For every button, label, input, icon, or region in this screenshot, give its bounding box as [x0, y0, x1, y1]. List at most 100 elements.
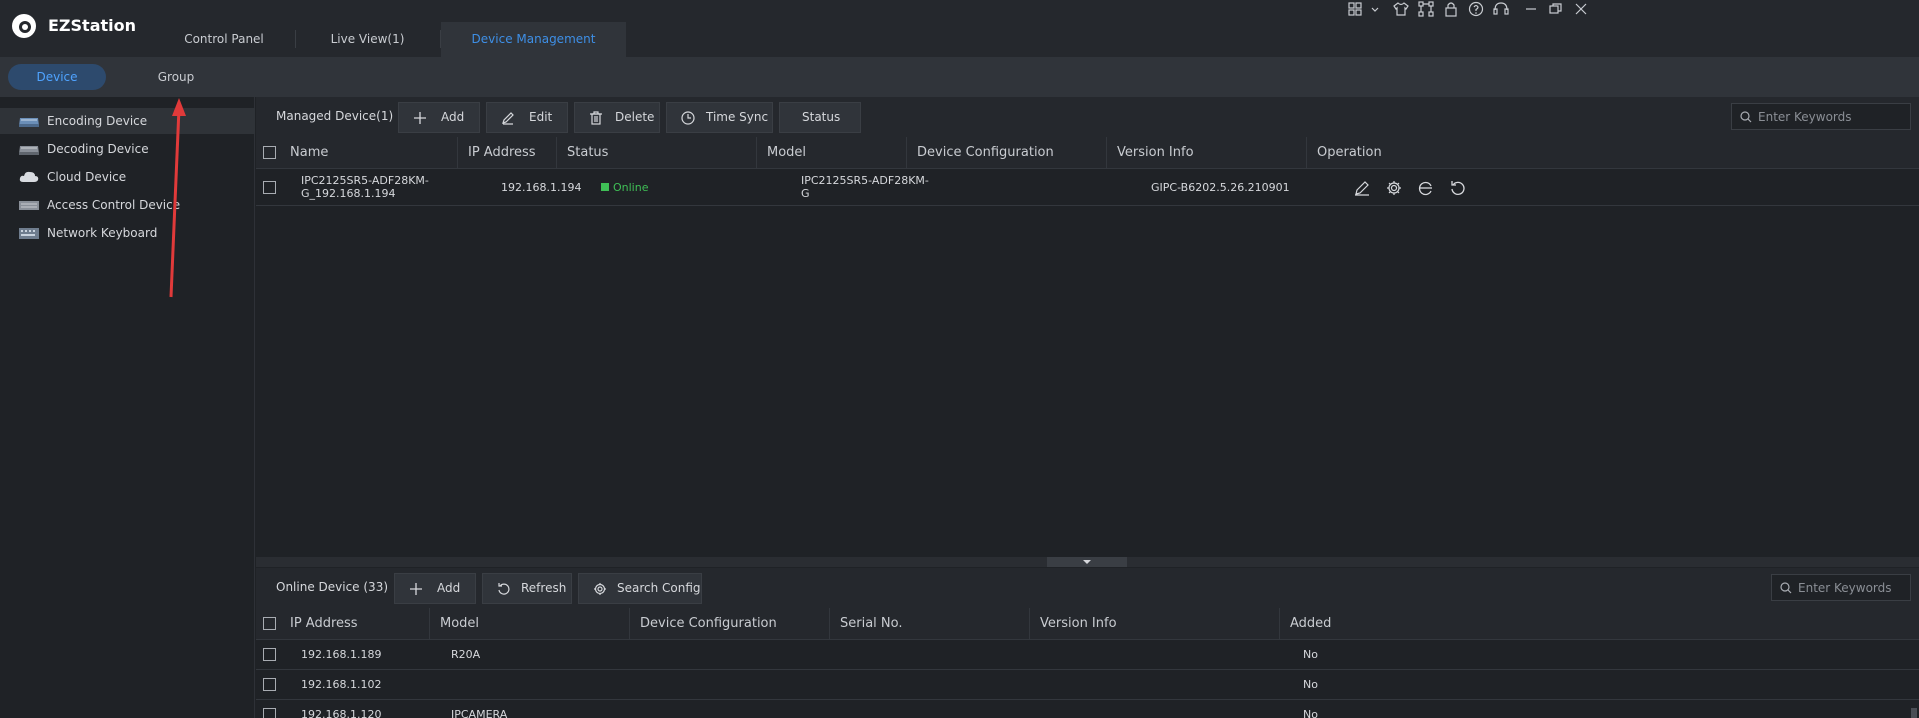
device-type-sidebar: Encoding Device Decoding Device Cloud De…	[0, 97, 255, 718]
device-management-panel: Managed Device(1) Add Edit Delete Time S…	[256, 97, 1919, 718]
online-device-ip: 192.168.1.189	[301, 648, 382, 661]
sub-tab-bar: Device Group	[0, 57, 1919, 97]
delete-device-button[interactable]: Delete	[574, 102, 660, 133]
row-checkbox[interactable]	[263, 648, 276, 661]
select-all-checkbox[interactable]	[263, 617, 276, 630]
table-row[interactable]: 192.168.1.102 No	[256, 670, 1919, 700]
online-search-box[interactable]	[1771, 574, 1911, 601]
column-header[interactable]: Version Info	[1030, 608, 1280, 640]
edit-device-button[interactable]: Edit	[486, 102, 568, 133]
ezstation-logo-icon	[12, 14, 36, 38]
minimize-icon[interactable]	[1523, 1, 1539, 17]
network-topology-icon[interactable]	[1418, 1, 1434, 17]
sidebar-item-label: Cloud Device	[47, 170, 127, 184]
restore-icon[interactable]	[1548, 1, 1564, 17]
help-icon[interactable]	[1468, 1, 1484, 17]
column-header[interactable]: Added	[1280, 608, 1919, 640]
device-name: IPC2125SR5-ADF28KM- G_192.168.1.194	[301, 174, 429, 200]
close-icon[interactable]	[1573, 1, 1589, 17]
search-config-button[interactable]: Search Config	[578, 573, 702, 604]
layout-grid-icon[interactable]	[1348, 1, 1364, 17]
column-header[interactable]: Name	[280, 137, 458, 169]
status-button[interactable]: Status	[779, 102, 861, 133]
table-row[interactable]: 192.168.1.120 IPCAMERA No	[256, 700, 1919, 718]
sidebar-item-decoding-device[interactable]: Decoding Device	[0, 136, 255, 162]
online-status-icon	[601, 183, 609, 191]
online-search-input[interactable]	[1798, 579, 1906, 597]
managed-device-count: Managed Device(1)	[276, 109, 394, 123]
online-device-model: R20A	[451, 648, 481, 661]
support-headset-icon[interactable]	[1493, 1, 1509, 17]
column-header[interactable]: Device Configuration	[630, 608, 830, 640]
online-table-header: IP Address Model Device Configuration Se…	[256, 608, 1919, 640]
refresh-icon	[498, 583, 510, 595]
column-header[interactable]: Serial No.	[830, 608, 1030, 640]
online-device-toolbar: Online Device (33) Add Refresh Search Co…	[256, 568, 1919, 608]
refresh-button[interactable]: Refresh	[482, 573, 572, 604]
edit-pencil-icon[interactable]	[1353, 179, 1371, 197]
table-row[interactable]: IPC2125SR5-ADF28KM- G_192.168.1.194 192.…	[256, 169, 1919, 206]
access-control-icon	[19, 201, 39, 210]
row-checkbox[interactable]	[263, 678, 276, 691]
refresh-icon[interactable]	[1449, 179, 1467, 197]
tab-live-view[interactable]: Live View(1)	[296, 22, 439, 57]
search-icon	[1780, 582, 1792, 594]
column-header[interactable]: Version Info	[1107, 137, 1307, 169]
online-device-added: No	[1303, 678, 1318, 691]
managed-device-toolbar: Managed Device(1) Add Edit Delete Time S…	[256, 97, 1919, 137]
gear-icon	[594, 583, 606, 595]
column-header[interactable]: IP Address	[458, 137, 557, 169]
managed-search-input[interactable]	[1758, 108, 1904, 126]
row-checkbox[interactable]	[263, 708, 276, 718]
online-device-count: Online Device (33)	[276, 580, 389, 594]
sidebar-item-encoding-device[interactable]: Encoding Device	[0, 108, 255, 134]
chevron-down-icon[interactable]	[1371, 1, 1379, 17]
tab-control-panel[interactable]: Control Panel	[153, 22, 295, 57]
tab-device-management[interactable]: Device Management	[441, 22, 626, 57]
managed-table-header: Name IP Address Status Model Device Conf…	[256, 137, 1919, 169]
online-device-ip: 192.168.1.102	[301, 678, 382, 691]
column-header[interactable]: Device Configuration	[907, 137, 1107, 169]
managed-search-box[interactable]	[1731, 103, 1911, 130]
plus-icon	[414, 112, 426, 124]
column-header[interactable]: Status	[557, 137, 757, 169]
column-header[interactable]: Model	[430, 608, 630, 640]
device-version: GIPC-B6202.5.26.210901	[1151, 181, 1290, 194]
title-bar: EZStation Control Panel Live View(1) Dev…	[0, 0, 1919, 57]
subtab-group[interactable]: Group	[126, 64, 226, 90]
panel-splitter[interactable]	[256, 557, 1919, 567]
pencil-icon	[502, 112, 514, 125]
device-model: IPC2125SR5-ADF28KM- G	[801, 174, 929, 200]
plus-icon	[410, 583, 422, 595]
column-header[interactable]: Model	[757, 137, 907, 169]
sidebar-item-label: Decoding Device	[47, 142, 149, 156]
subtab-device[interactable]: Device	[8, 64, 106, 90]
sidebar-item-access-control-device[interactable]: Access Control Device	[0, 192, 255, 218]
add-device-button[interactable]: Add	[398, 102, 480, 133]
web-browser-icon[interactable]	[1417, 179, 1435, 197]
skin-shirt-icon[interactable]	[1393, 1, 1409, 17]
online-device-added: No	[1303, 708, 1318, 718]
column-header[interactable]: IP Address	[280, 608, 430, 640]
collapse-arrow-icon	[1083, 560, 1091, 564]
config-gear-icon[interactable]	[1385, 179, 1403, 197]
time-sync-button[interactable]: Time Sync	[666, 102, 773, 133]
lock-icon[interactable]	[1443, 1, 1459, 17]
cloud-device-icon	[19, 171, 39, 182]
device-status: Online	[601, 181, 648, 194]
decoding-device-icon	[19, 146, 39, 155]
sidebar-item-label: Network Keyboard	[47, 226, 158, 240]
keyboard-icon	[19, 228, 39, 239]
device-ip: 192.168.1.194	[501, 181, 582, 194]
column-header[interactable]: Operation	[1307, 137, 1919, 169]
add-online-device-button[interactable]: Add	[394, 573, 476, 604]
row-checkbox[interactable]	[263, 181, 276, 194]
online-list-scrollbar[interactable]	[1911, 708, 1917, 718]
sidebar-item-cloud-device[interactable]: Cloud Device	[0, 164, 255, 190]
splitter-handle[interactable]	[1047, 557, 1127, 567]
online-device-added: No	[1303, 648, 1318, 661]
select-all-checkbox[interactable]	[263, 146, 276, 159]
sidebar-item-network-keyboard[interactable]: Network Keyboard	[0, 220, 255, 246]
table-row[interactable]: 192.168.1.189 R20A No	[256, 640, 1919, 670]
sidebar-item-label: Access Control Device	[47, 198, 181, 212]
